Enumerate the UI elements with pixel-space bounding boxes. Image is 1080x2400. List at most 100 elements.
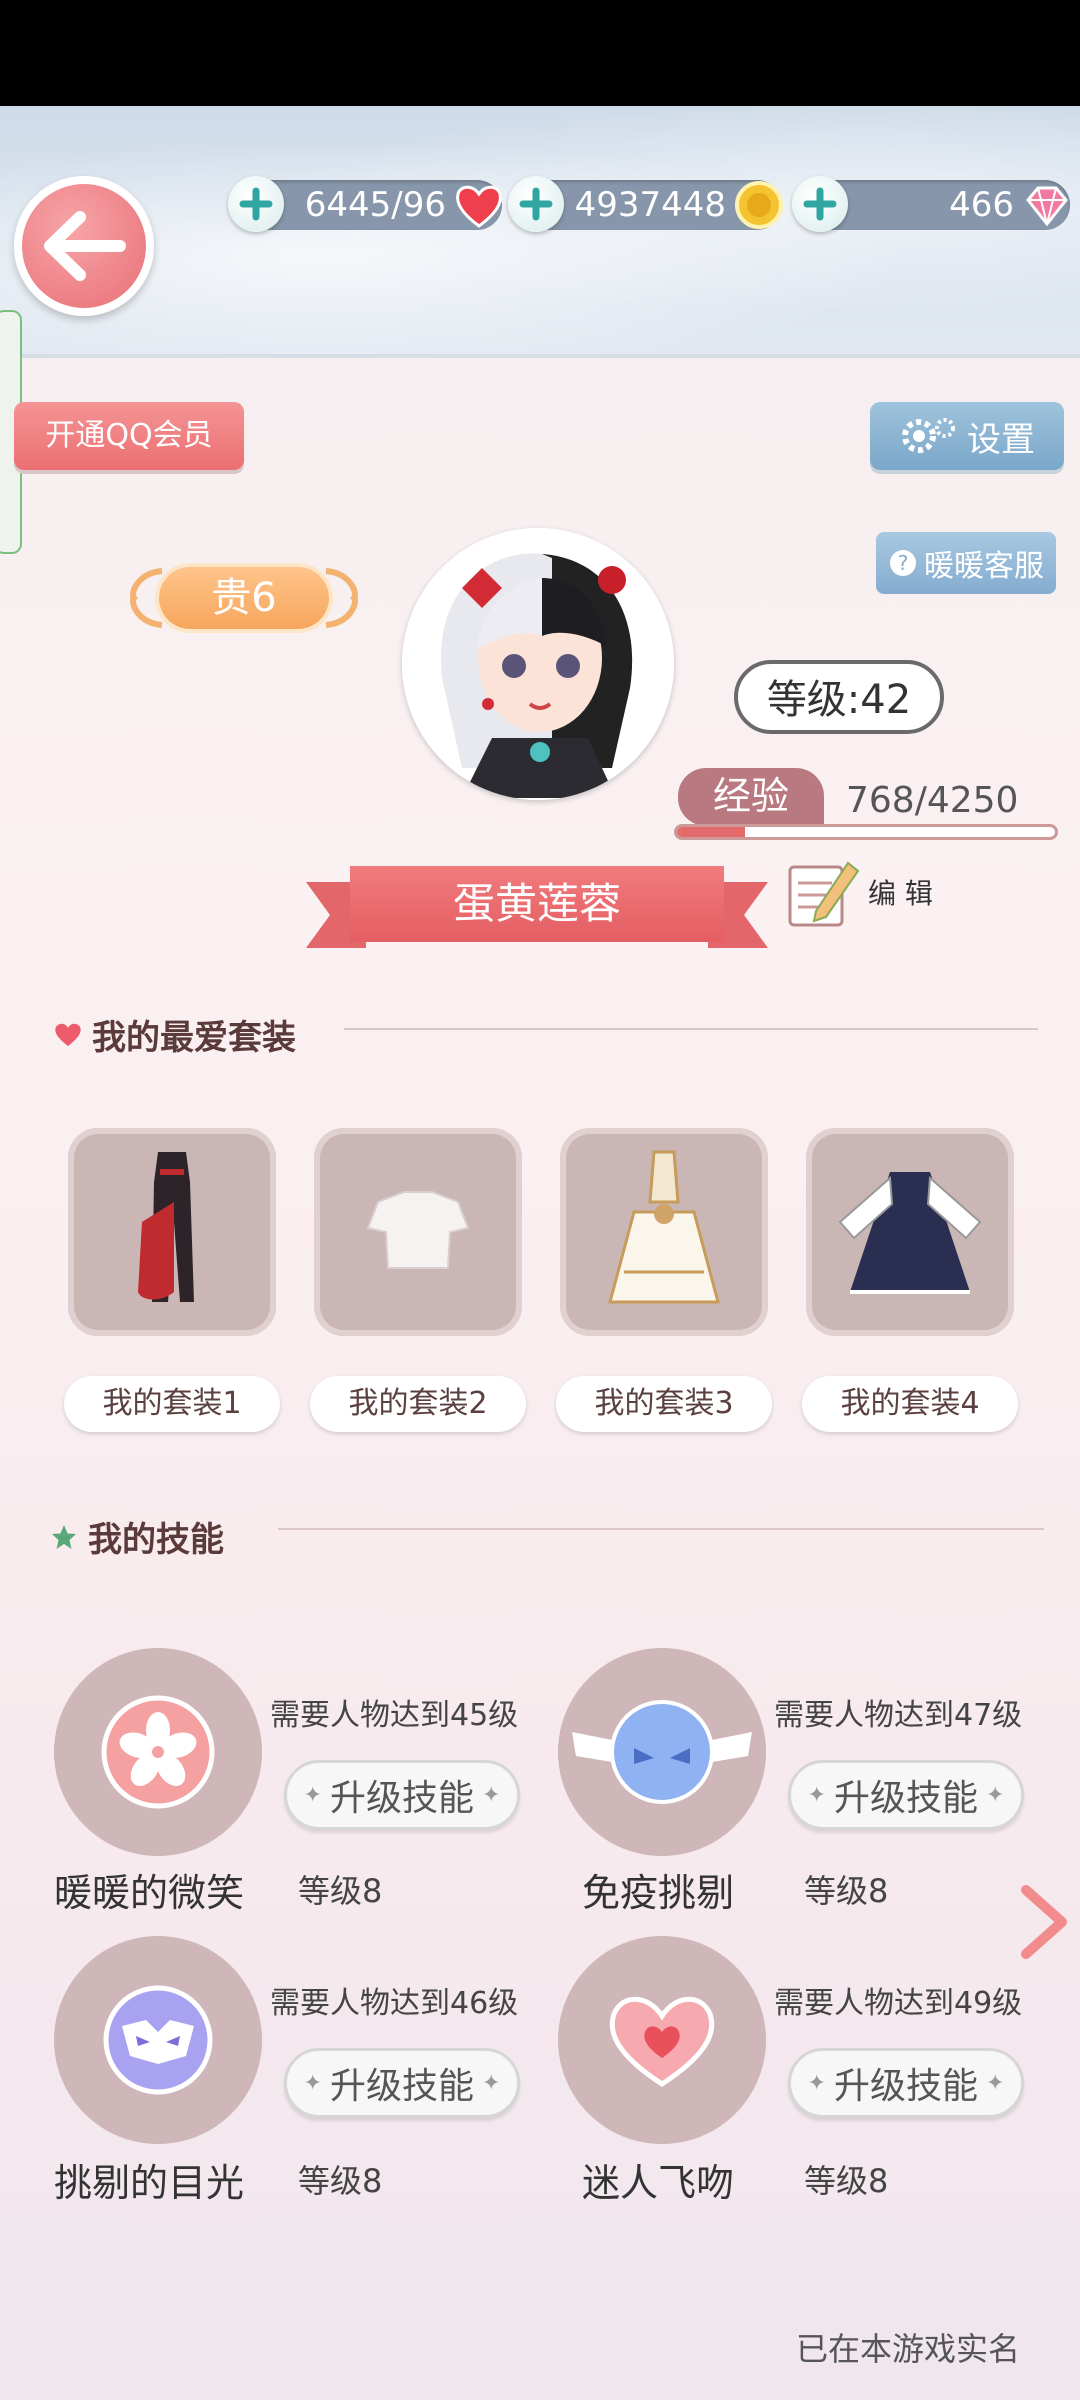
edit-name-button[interactable]: 编 辑: [786, 852, 946, 932]
character-portrait: [402, 528, 674, 800]
gold-counter: 4937448: [508, 176, 783, 232]
skill-requirement-1: 需要人物达到45级: [270, 1698, 519, 1733]
sparkle-icon: ✦: [986, 2070, 1005, 2096]
diamond-icon: [1026, 186, 1068, 227]
sparkle-icon: ✦: [482, 1782, 501, 1808]
upgrade-label-4: 升级技能: [833, 2066, 978, 2107]
heart-icon: [55, 1023, 81, 1046]
upgrade-skill-button-2[interactable]: ✦ 升级技能 ✦: [788, 1760, 1024, 1830]
outfit-1-thumbnail: [138, 1152, 194, 1302]
avatar[interactable]: [402, 528, 674, 800]
add-stamina-button[interactable]: [228, 176, 284, 232]
outfit-label-4[interactable]: 我的套装4: [802, 1376, 1018, 1432]
upgrade-skill-button-3[interactable]: ✦ 升级技能 ✦: [284, 2048, 520, 2118]
diamond-value: 466: [949, 185, 1014, 225]
plus-icon: [803, 187, 837, 221]
sparkle-icon: ✦: [807, 2070, 826, 2096]
skill-icon-2[interactable]: [558, 1648, 766, 1856]
outfit-slot-4[interactable]: [806, 1128, 1014, 1336]
add-gold-button[interactable]: [508, 176, 564, 232]
favorites-section-title: 我的最爱套装: [54, 1010, 296, 1059]
skill-name-2: 免疫挑剔: [582, 1871, 735, 1915]
skill-level-3: 等级8: [298, 2162, 383, 2200]
sparkle-icon: ✦: [303, 2070, 322, 2096]
favorites-title-text: 我的最爱套装: [92, 1018, 296, 1058]
skill-icon-1[interactable]: [54, 1648, 262, 1856]
upgrade-label-2: 升级技能: [833, 1778, 978, 1819]
plus-icon: [519, 187, 553, 221]
exp-progress-bar: [674, 824, 1058, 840]
sparkle-icon: ✦: [986, 1782, 1005, 1808]
vip-badge[interactable]: 贵6: [128, 558, 360, 638]
skill-name-3: 挑剔的目光: [54, 2161, 245, 2205]
outfit-slot-2[interactable]: [314, 1128, 522, 1336]
sparkle-icon: ✦: [807, 1782, 826, 1808]
edit-label: 编 辑: [868, 877, 933, 910]
qq-member-button[interactable]: 开通QQ会员: [14, 402, 244, 470]
heart-kiss-icon: [609, 1996, 715, 2087]
upgrade-label-3: 升级技能: [329, 2066, 474, 2107]
skill-level-4: 等级8: [804, 2162, 889, 2200]
outfit-slot-1[interactable]: [68, 1128, 276, 1336]
exp-label: 经验: [678, 768, 824, 826]
svg-text:?: ?: [898, 551, 909, 575]
outfit-slot-3[interactable]: [560, 1128, 768, 1336]
back-button[interactable]: [14, 176, 154, 316]
outfit-label-3[interactable]: 我的套装3: [556, 1376, 772, 1432]
pencil-icon: [788, 861, 860, 927]
upgrade-skill-button-1[interactable]: ✦ 升级技能 ✦: [284, 1760, 520, 1830]
name-ribbon: 蛋黄莲蓉: [306, 862, 768, 948]
skill-name-1: 暖暖的微笑: [54, 1871, 245, 1915]
sakura-icon: [101, 1695, 215, 1809]
customer-service-label: 暖暖客服: [924, 549, 1044, 584]
wing-left-icon: [130, 568, 163, 628]
gear-icon: [902, 418, 955, 453]
outfit-3-thumbnail: [608, 1150, 720, 1304]
status-bar: [0, 0, 1080, 106]
skill-icon-3[interactable]: [54, 1936, 262, 2144]
outfit-label-2[interactable]: 我的套装2: [310, 1376, 526, 1432]
settings-button[interactable]: 设置: [870, 402, 1064, 470]
skill-level-2: 等级8: [804, 1872, 889, 1910]
skills-divider: [278, 1528, 1044, 1530]
arrow-left-icon: [44, 211, 126, 281]
exp-value: 768/4250: [846, 780, 1019, 821]
exp-progress-fill: [677, 827, 746, 837]
star-icon: [52, 1524, 76, 1549]
vip-label: 贵6: [159, 567, 329, 629]
skill-icon-4[interactable]: [558, 1936, 766, 2144]
skill-requirement-3: 需要人物达到46级: [270, 1986, 519, 2021]
gold-value: 4937448: [574, 185, 726, 225]
upgrade-label-1: 升级技能: [329, 1778, 474, 1819]
skill-name-4: 迷人飞吻: [582, 2161, 735, 2205]
customer-service-button[interactable]: ? 暖暖客服: [876, 532, 1056, 594]
realname-notice: 已在本游戏实名: [796, 2330, 1021, 2368]
skill-requirement-2: 需要人物达到47级: [774, 1698, 1023, 1733]
question-icon: ?: [890, 550, 916, 576]
skills-title-text: 我的技能: [88, 1520, 224, 1560]
sparkle-icon: ✦: [482, 2070, 501, 2096]
outfit-2-thumbnail: [366, 1191, 470, 1269]
add-diamond-button[interactable]: [792, 176, 848, 232]
wing-right-icon: [325, 568, 358, 628]
chevron-right-icon[interactable]: [1016, 1882, 1072, 1962]
heart-icon: [456, 185, 502, 228]
diamond-counter: 466: [792, 176, 1070, 232]
upgrade-skill-button-4[interactable]: ✦ 升级技能 ✦: [788, 2048, 1024, 2118]
outfit-4-thumbnail: [838, 1172, 982, 1294]
plus-icon: [239, 187, 273, 221]
gold-coin-icon: [735, 181, 783, 229]
player-name: 蛋黄莲蓉: [350, 866, 724, 942]
level-display: 等级:42: [734, 660, 944, 734]
favorites-divider: [344, 1028, 1038, 1030]
skills-section-title: 我的技能: [50, 1512, 224, 1561]
winged-mask-icon: [572, 1700, 752, 1804]
sparkle-icon: ✦: [303, 1782, 322, 1808]
skill-level-1: 等级8: [298, 1872, 383, 1910]
outfit-label-1[interactable]: 我的套装1: [64, 1376, 280, 1432]
stamina-value: 6445/96: [304, 185, 446, 225]
header-divider: [0, 354, 1080, 358]
skill-requirement-4: 需要人物达到49级: [774, 1986, 1023, 2021]
settings-label: 设置: [967, 419, 1035, 460]
stamina-counter: 6445/96: [228, 176, 502, 232]
